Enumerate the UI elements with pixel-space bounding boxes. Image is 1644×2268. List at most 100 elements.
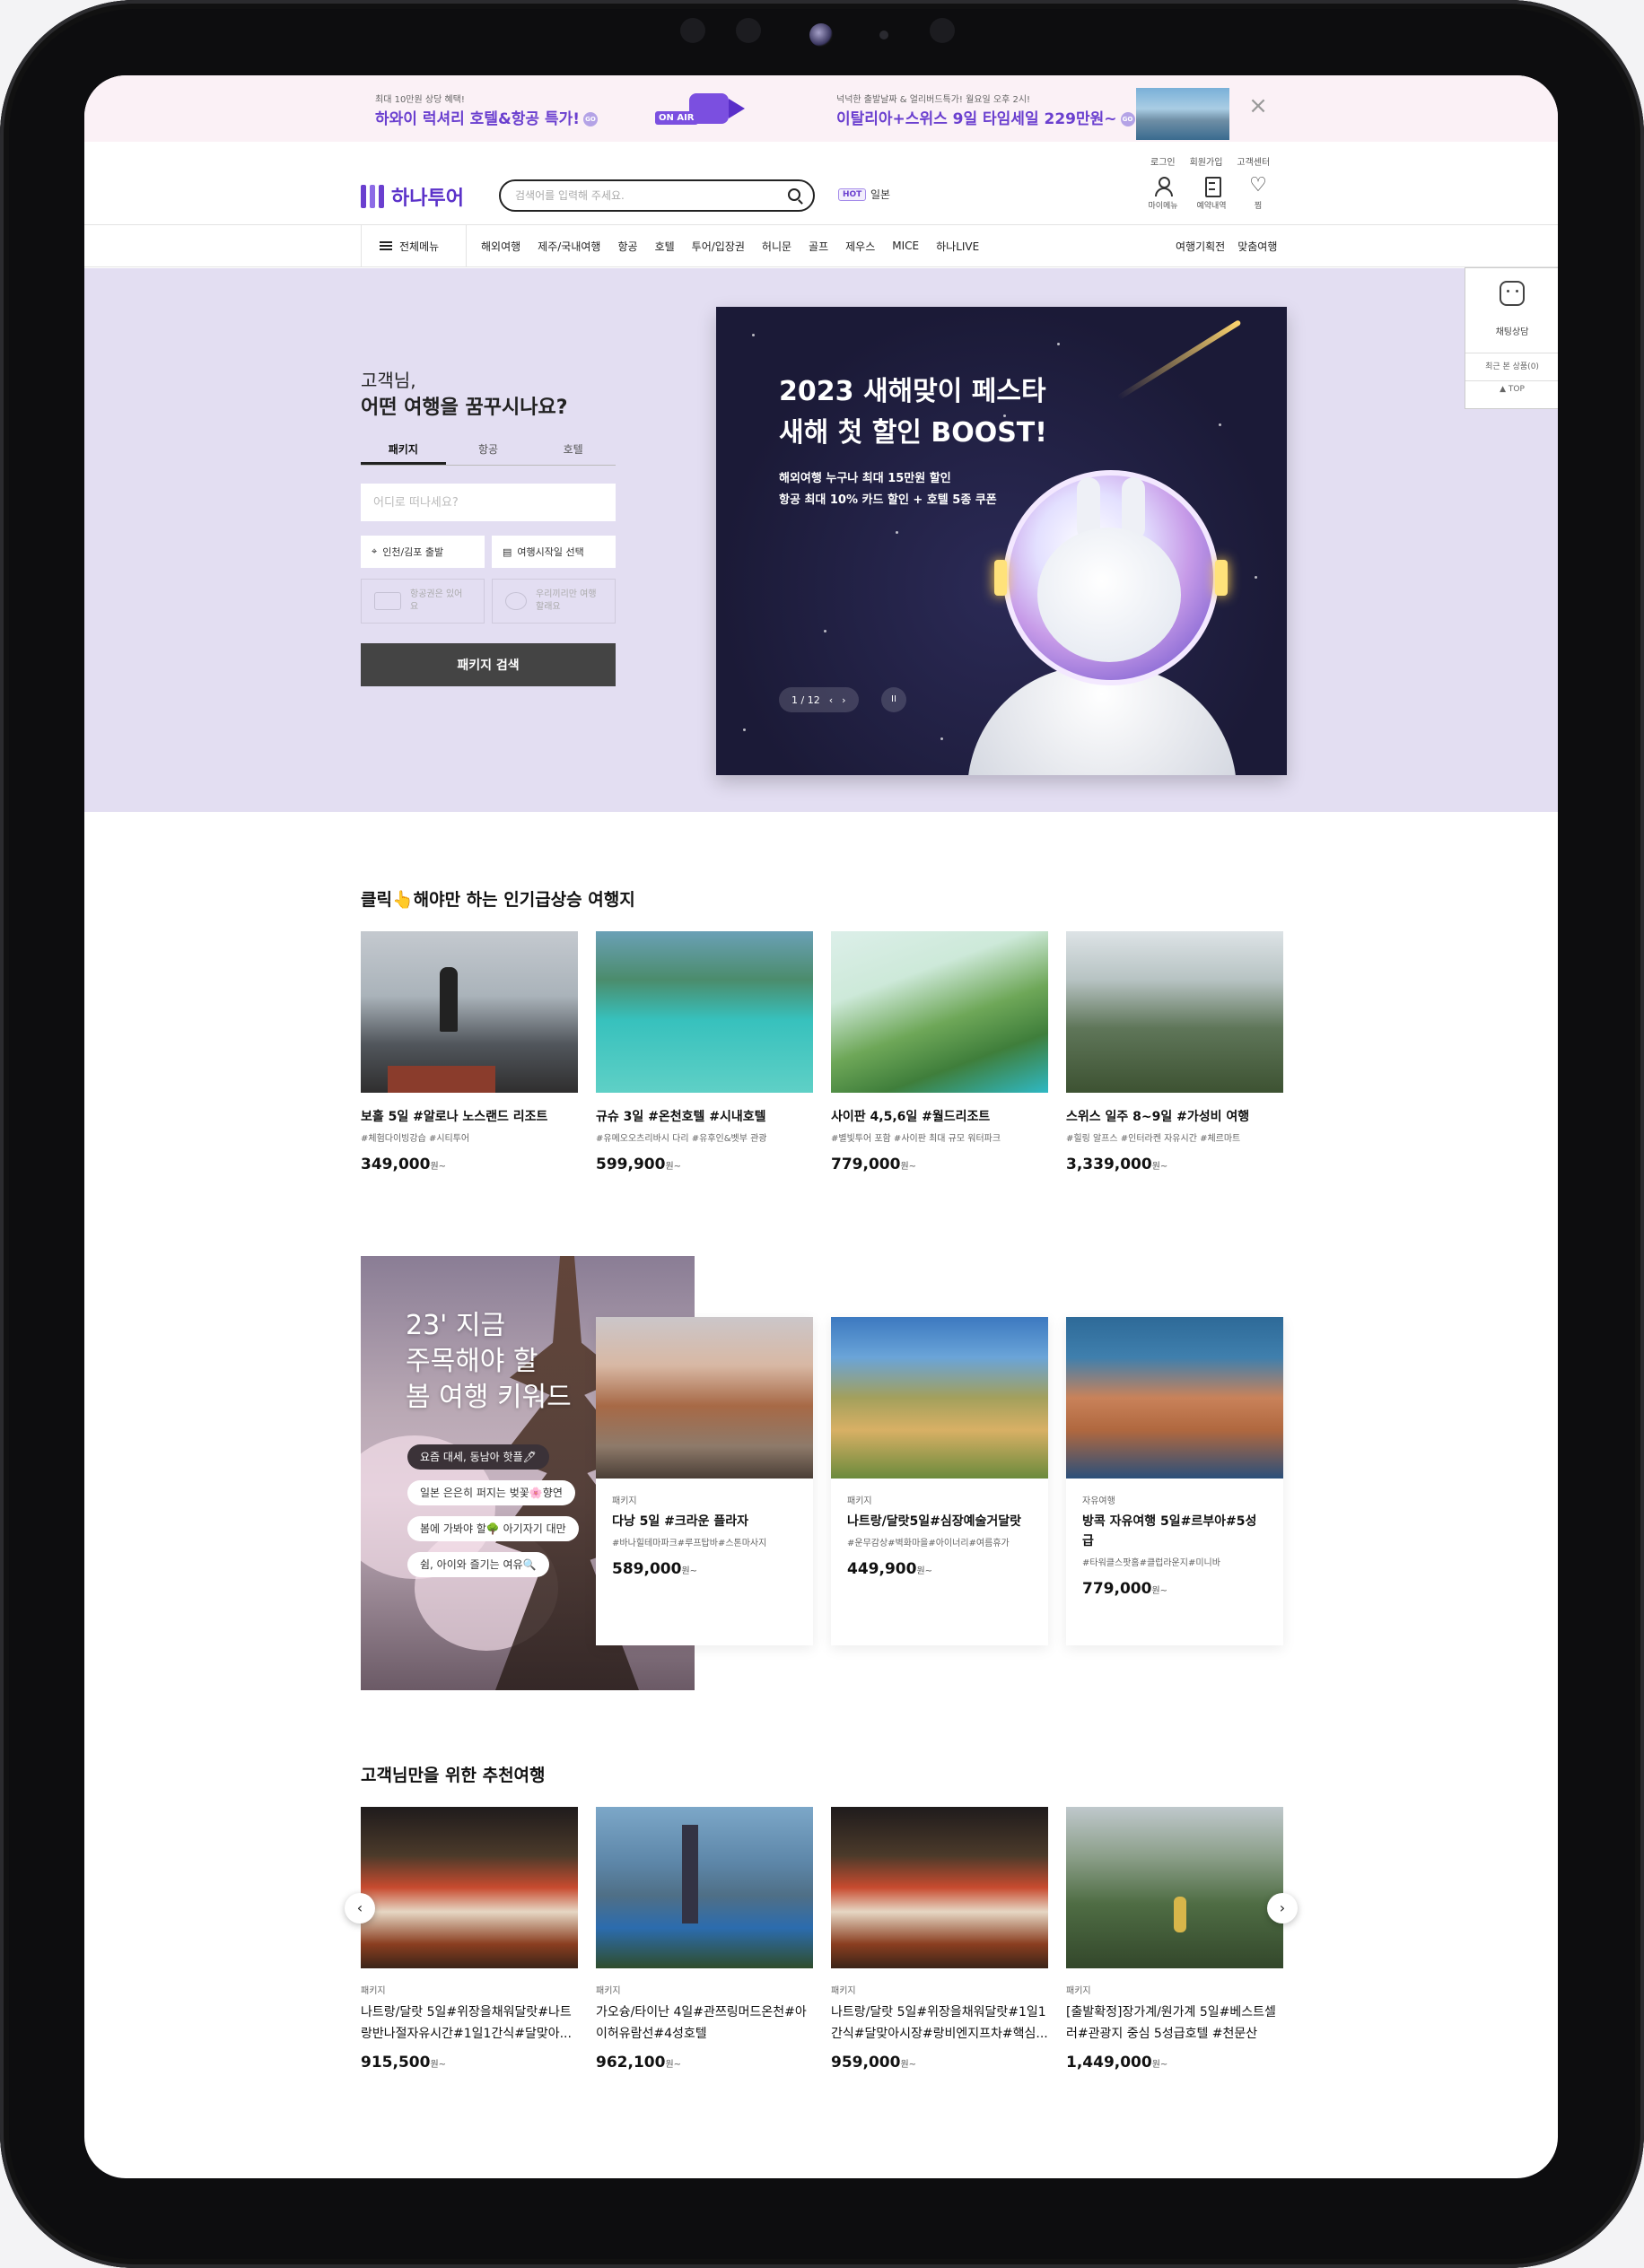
price-unit: 원~ <box>681 1566 698 1576</box>
card-tags: #유메오오츠리바시 다리 #유후인&벳부 관광 <box>596 1134 767 1144</box>
reservations-label: 예약내역 <box>1196 202 1227 211</box>
price-unit: 원~ <box>430 2060 447 2070</box>
price-value: 349,000 <box>361 1156 431 1173</box>
keyword-pill[interactable]: 봄에 가봐야 할🌳 아기자기 대만 <box>407 1516 579 1541</box>
card-image <box>1066 1807 1283 1968</box>
trending-card[interactable]: 규슈 3일 #온천호텔 #시내호텔 #유메오오츠리바시 다리 #유후인&벳부 관… <box>596 931 813 1173</box>
hero-banner[interactable]: 2023 새해맞이 페스타 새해 첫 할인 BOOST! 해외여행 누구나 최대… <box>716 307 1287 775</box>
card-image <box>596 931 813 1093</box>
card-price: 3,339,000원~ <box>1066 1156 1283 1173</box>
close-icon[interactable]: × <box>1247 94 1269 118</box>
camera-lens <box>809 23 833 47</box>
nav-item-mice[interactable]: MICE <box>892 240 919 252</box>
keyword-pill[interactable]: 요즘 대세, 동남아 핫플🖊 <box>407 1444 549 1470</box>
banner-pager: 1 / 12 ‹ › <box>779 687 859 712</box>
nav-item-air[interactable]: 항공 <box>617 239 637 254</box>
sensor-dot <box>736 18 761 43</box>
nav-item-hotel[interactable]: 호텔 <box>655 239 675 254</box>
search-icon[interactable] <box>788 188 800 201</box>
chat-consult-label[interactable]: 채팅상담 <box>1465 324 1558 337</box>
option-private-trip[interactable]: 우리끼리만 여행할래요 <box>492 579 616 624</box>
on-air-icon[interactable]: ON AIR <box>655 90 754 129</box>
card-category: 패키지 <box>847 1496 872 1506</box>
card-title: 보홀 5일 #알로나 노스랜드 리조트 <box>361 1110 548 1124</box>
nav-item-tour-tickets[interactable]: 투어/입장권 <box>692 239 745 254</box>
comet-graphic <box>1116 319 1242 400</box>
price-value: 779,000 <box>831 1156 901 1173</box>
signup-link[interactable]: 회원가입 <box>1190 154 1223 168</box>
card-title: 규슈 3일 #온천호텔 #시내호텔 <box>596 1110 766 1124</box>
keyword-pill[interactable]: 쉼, 아이와 즐기는 여유🔍 <box>407 1552 549 1577</box>
pause-icon[interactable]: II <box>881 687 906 712</box>
nav-item-golf[interactable]: 골프 <box>809 239 828 254</box>
chevron-left-icon[interactable]: ‹ <box>829 694 833 706</box>
card-price: 449,900원~ <box>847 1560 1032 1578</box>
scroll-top-button[interactable]: ▲ TOP <box>1465 385 1558 394</box>
wishlist-button[interactable]: ♡ 찜 <box>1237 174 1280 212</box>
keyword-product-card[interactable]: 자유여행 방콕 자유여행 5일#르부아#5성급 #타워클스팟홈#클럽라운지#미니… <box>1066 1317 1283 1645</box>
card-image <box>596 1317 813 1479</box>
price-unit: 원~ <box>916 1566 933 1576</box>
trending-card[interactable]: 보홀 5일 #알로나 노스랜드 리조트 #체험다이빙강습 #시티투어 349,0… <box>361 931 578 1173</box>
nav-item-exhibitions[interactable]: 여행기획전 <box>1176 239 1225 254</box>
destination-input[interactable] <box>361 484 616 521</box>
chatbot-icon[interactable] <box>1500 281 1525 306</box>
card-category: 패키지 <box>361 1986 386 1996</box>
promo-thumbnail-image[interactable] <box>1136 88 1229 140</box>
login-link[interactable]: 로그인 <box>1150 154 1176 168</box>
nav-item-hana-live[interactable]: 하나LIVE <box>936 239 979 254</box>
go-icon: GO <box>1120 112 1135 126</box>
card-title: [출발확정]장가계/원가계 5일#베스트셀러#관광지 중심 5성급호텔 #천문산… <box>1066 2005 1276 2041</box>
chevron-right-icon[interactable]: › <box>842 694 845 706</box>
nav-item-overseas[interactable]: 해외여행 <box>481 239 520 254</box>
all-menu-button[interactable]: 전체메뉴 <box>361 225 467 266</box>
recent-products-link[interactable]: 최근 본 상품(0) <box>1465 353 1558 381</box>
top-label: TOP <box>1508 385 1525 394</box>
site-logo[interactable]: 하나투어 <box>361 183 464 210</box>
recommend-card[interactable]: 패키지 [출발확정]장가계/원가계 5일#베스트셀러#관광지 중심 5성급호텔 … <box>1066 1807 1283 2072</box>
reservations-button[interactable]: 예약내역 <box>1190 176 1233 211</box>
promo-right-subtitle: 넉넉한 출발날짜 & 얼리버드특가! 월요일 오후 2시! <box>836 95 1031 105</box>
customer-center-link[interactable]: 고객센터 <box>1237 154 1270 168</box>
nav-item-custom-travel[interactable]: 맞춤여행 <box>1237 239 1277 254</box>
card-price: 589,000원~ <box>612 1560 797 1578</box>
recommend-card[interactable]: 패키지 나트랑/달랏 5일#위장을채워달랏#1일1간식#달맞아시장#랑비엔지프차… <box>831 1807 1048 2072</box>
nav-item-zeus[interactable]: 제우스 <box>845 239 875 254</box>
tab-air[interactable]: 항공 <box>446 437 531 465</box>
search-input[interactable] <box>515 187 775 205</box>
option-have-ticket[interactable]: 항공권은 있어요 <box>361 579 485 624</box>
trending-card[interactable]: 스위스 일주 8~9일 #가성비 여행 #힐링 알프스 #인터라켄 자유시간 #… <box>1066 931 1283 1173</box>
keyword-pill[interactable]: 일본 은은히 퍼지는 벚꽃🌸향연 <box>407 1480 575 1505</box>
carousel-prev-button[interactable]: ‹ <box>345 1893 375 1923</box>
card-title: 방콕 자유여행 5일#르부아#5성급 <box>1082 1514 1257 1548</box>
recommend-card[interactable]: 패키지 가오슝/타이난 4일#관쯔링머드온천#아이허유람선#4성호텔 962,1… <box>596 1807 813 2072</box>
nav-items: 해외여행 제주/국내여행 항공 호텔 투어/입장권 허니문 골프 제우스 MIC… <box>481 225 979 266</box>
card-category: 패키지 <box>596 1986 621 1996</box>
nav-item-jeju-domestic[interactable]: 제주/국내여행 <box>538 239 600 254</box>
keyword-product-card[interactable]: 패키지 나트랑/달랏5일#심장예술거달랏 #운무감상#벽화마을#아이너리#여름휴… <box>831 1317 1048 1645</box>
hero-section: 고객님, 어떤 여행을 꿈꾸시나요? 패키지 항공 호텔 ⌖ 인천/김포 출발 … <box>84 268 1558 812</box>
recommend-card[interactable]: 패키지 나트랑/달랏 5일#위장을채워달랏#나트랑반나절자유시간#1일1간식#달… <box>361 1807 578 2072</box>
all-menu-label: 전체메뉴 <box>399 240 440 253</box>
promo-left-subtitle: 최대 10만원 상당 혜택! <box>375 95 465 105</box>
promo-right-title: 이탈리아+스위스 9일 타임세일 229만원~ <box>836 110 1117 128</box>
card-category: 패키지 <box>831 1986 856 1996</box>
tab-hotel[interactable]: 호텔 <box>530 437 616 465</box>
price-unit: 원~ <box>1151 2060 1168 2070</box>
nav-item-honeymoon[interactable]: 허니문 <box>762 239 791 254</box>
keyword-product-card[interactable]: 패키지 다낭 5일 #크라운 플라자 #바나힐테마파크#루프탑바#스톤마사지 5… <box>596 1317 813 1645</box>
keyword-title-line3: 봄 여행 키워드 <box>406 1382 572 1413</box>
promo-right-link[interactable]: 이탈리아+스위스 9일 타임세일 229만원~ GO <box>836 106 1135 128</box>
date-select[interactable]: ▤ 여행시작일 선택 <box>492 536 616 568</box>
package-search-button[interactable]: 패키지 검색 <box>361 643 616 686</box>
price-unit: 원~ <box>665 2060 682 2070</box>
carousel-next-button[interactable]: › <box>1267 1893 1298 1923</box>
hot-keyword-link[interactable]: 일본 <box>870 187 890 202</box>
trending-card[interactable]: 사이판 4,5,6일 #월드리조트 #별빛투어 포함 #사이판 최대 규모 워터… <box>831 931 1048 1173</box>
my-menu-button[interactable]: 마이메뉴 <box>1141 176 1185 211</box>
departure-select[interactable]: ⌖ 인천/김포 출발 <box>361 536 485 568</box>
tab-package[interactable]: 패키지 <box>361 437 446 465</box>
heart-icon: ♡ <box>1249 174 1267 196</box>
promo-left-link[interactable]: 하와이 럭셔리 호텔&항공 특가! GO <box>375 106 599 128</box>
price-value: 1,449,000 <box>1066 2054 1152 2072</box>
